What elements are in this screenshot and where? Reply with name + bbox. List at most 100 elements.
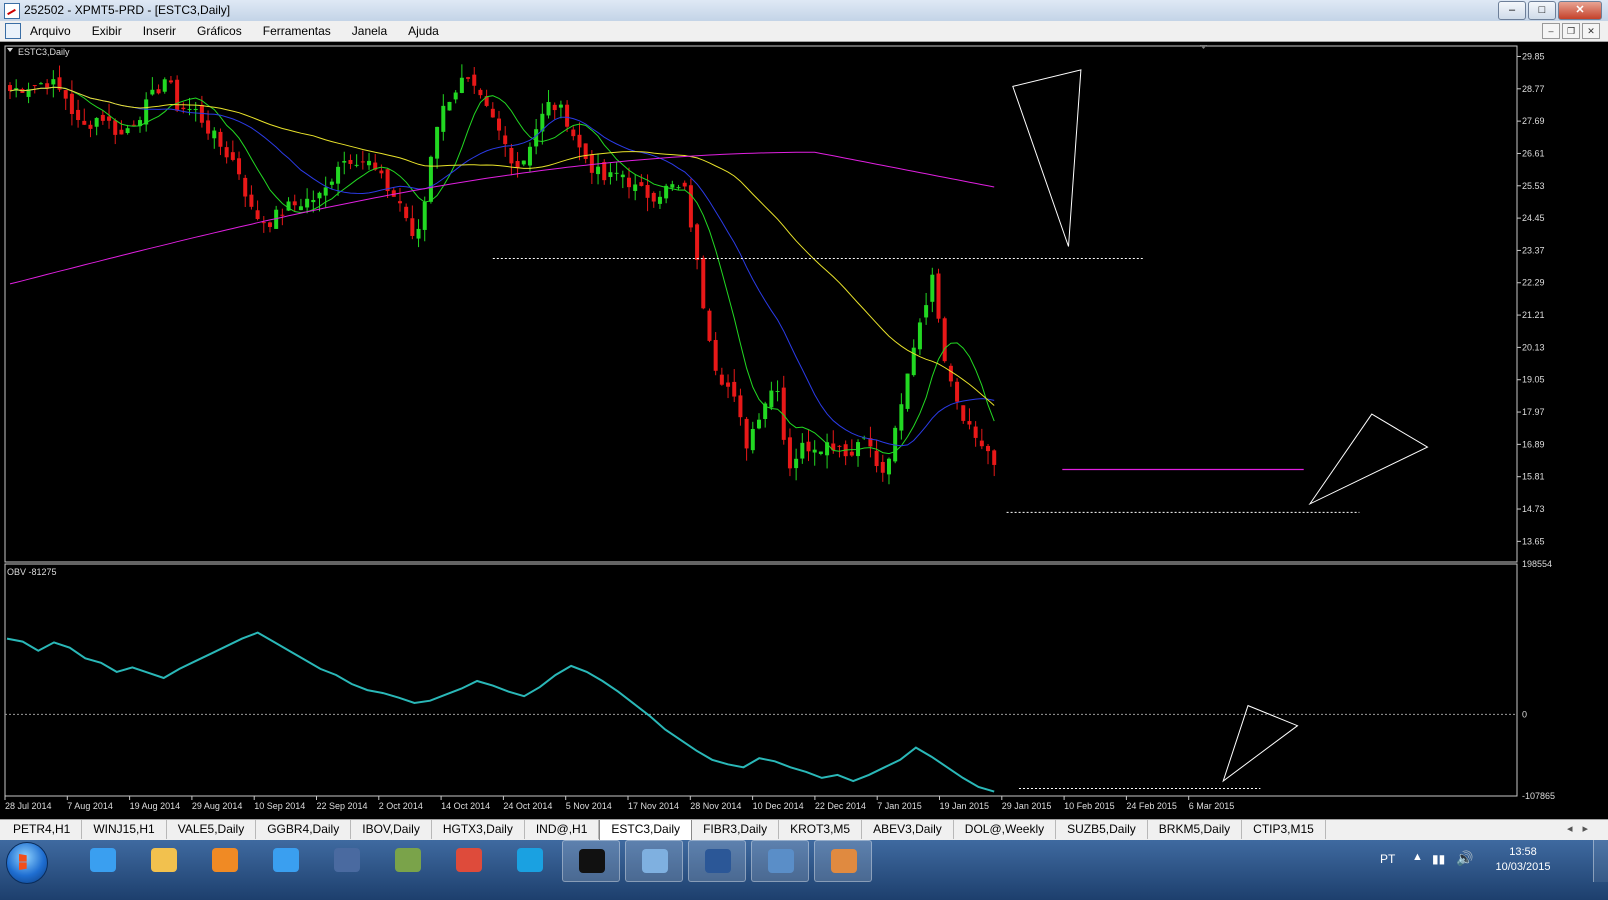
tray-expand-icon[interactable]: ▲ xyxy=(1412,851,1423,863)
price-axis-tick-label: 23.37 xyxy=(1522,245,1545,255)
candle-body xyxy=(175,79,180,111)
taskbar-app-paper-plane[interactable] xyxy=(257,840,313,880)
candle-body xyxy=(280,214,285,216)
tab-suzb5-daily[interactable]: SUZB5,Daily xyxy=(1056,820,1148,839)
taskbar-app-picture[interactable] xyxy=(751,840,809,882)
start-button[interactable] xyxy=(6,842,48,884)
candle-body xyxy=(886,458,891,475)
candle-body xyxy=(614,172,619,174)
tab-hgtx3-daily[interactable]: HGTX3,Daily xyxy=(432,820,525,839)
candle-body xyxy=(812,449,817,453)
candle-body xyxy=(218,131,223,147)
paper-plane-icon xyxy=(273,848,299,872)
price-axis-tick-label: 25.53 xyxy=(1522,181,1545,191)
taskbar-app-internet-explorer[interactable] xyxy=(74,840,130,880)
time-axis-tick-label: 19 Jan 2015 xyxy=(940,801,990,811)
menu-arquivo[interactable]: Arquivo xyxy=(30,24,71,38)
show-desktop-button[interactable] xyxy=(1593,840,1608,882)
candle-body xyxy=(787,437,792,469)
clock[interactable]: 13:58 10/03/2015 xyxy=(1484,845,1562,875)
taskbar-app-skype[interactable] xyxy=(501,840,557,880)
candle-body xyxy=(880,461,885,473)
candle-body xyxy=(571,129,576,137)
child-close-button[interactable]: ✕ xyxy=(1582,23,1600,39)
chart-svg[interactable]: 29.85 28.77 27.69 26.61 25.53 24.45 23.37 22.29… xyxy=(0,42,1608,819)
candle-body xyxy=(237,158,242,175)
tab-abev3-daily[interactable]: ABEV3,Daily xyxy=(862,820,954,839)
candle-body xyxy=(651,192,656,202)
tab-ctip3-m15[interactable]: CTIP3,M15 xyxy=(1242,820,1326,839)
taskbar-app-xp[interactable] xyxy=(562,840,620,882)
menu-ferramentas[interactable]: Ferramentas xyxy=(263,24,331,38)
candle-body xyxy=(521,160,526,165)
candle-body xyxy=(69,93,74,114)
minimize-button[interactable]: – xyxy=(1498,1,1526,20)
candle-body xyxy=(719,374,724,385)
tab-scroll-arrows[interactable]: ◂▸ xyxy=(1567,822,1598,835)
taskbar-app-media-player[interactable] xyxy=(196,840,252,880)
taskbar-app-word[interactable] xyxy=(688,840,746,882)
clock-time: 13:58 xyxy=(1509,846,1537,858)
scroll-marker-icon xyxy=(1200,45,1207,49)
taskbar-app-chrome[interactable] xyxy=(440,840,496,880)
network-icon[interactable]: ▮▮ xyxy=(1432,852,1445,866)
moving-average-9 xyxy=(9,86,995,455)
tab-fibr3-daily[interactable]: FIBR3,Daily xyxy=(692,820,780,839)
candle-body xyxy=(948,365,953,382)
chart-window-icon[interactable] xyxy=(5,23,21,39)
tab-estc3-daily[interactable]: ESTC3,Daily xyxy=(599,820,693,841)
child-restore-button[interactable]: ❐ xyxy=(1562,23,1580,39)
tab-winj15-h1[interactable]: WINJ15,H1 xyxy=(82,820,167,839)
candle-body xyxy=(422,201,427,230)
tab-ibov-daily[interactable]: IBOV,Daily xyxy=(351,820,432,839)
menu-inserir[interactable]: Inserir xyxy=(143,24,176,38)
price-axis-tick-label: 16.89 xyxy=(1522,439,1545,449)
candle-body xyxy=(156,89,161,94)
candle-body xyxy=(38,83,43,85)
candle-body xyxy=(113,120,118,135)
taskbar-app-chart-app[interactable] xyxy=(625,840,683,882)
candle-body xyxy=(181,107,186,110)
menu-ajuda[interactable]: Ajuda xyxy=(408,24,439,38)
taskbar-app-folder[interactable] xyxy=(135,840,191,880)
maximize-button[interactable]: □ xyxy=(1528,1,1556,20)
candle-body xyxy=(435,126,440,159)
tab-vale5-daily[interactable]: VALE5,Daily xyxy=(167,820,257,839)
tab-brkm5-daily[interactable]: BRKM5,Daily xyxy=(1148,820,1243,839)
chart-app-icon xyxy=(642,849,668,873)
tab-ggbr4-daily[interactable]: GGBR4,Daily xyxy=(256,820,352,839)
close-button[interactable]: ✕ xyxy=(1558,1,1602,20)
picture-icon xyxy=(768,849,794,873)
tab-ind-h1[interactable]: IND@,H1 xyxy=(525,820,600,839)
candle-body xyxy=(292,201,297,206)
candle-body xyxy=(354,164,359,166)
candle-body xyxy=(930,274,935,302)
candle-body xyxy=(657,196,662,204)
tab-dol-weekly[interactable]: DOL@,Weekly xyxy=(954,820,1057,839)
taskbar-app-paint[interactable] xyxy=(814,840,872,882)
candle-body xyxy=(466,77,471,79)
candle-body xyxy=(342,161,347,163)
taskbar-app-cashier[interactable] xyxy=(379,840,435,880)
price-axis-tick-label: 15.81 xyxy=(1522,472,1545,482)
candle-body xyxy=(212,130,217,139)
child-minimize-button[interactable]: – xyxy=(1542,23,1560,39)
menu-janela[interactable]: Janela xyxy=(352,24,387,38)
menu-exibir[interactable]: Exibir xyxy=(92,24,122,38)
moving-average-200 xyxy=(9,151,995,285)
candle-body xyxy=(695,224,700,261)
price-axis-tick-label: 13.65 xyxy=(1522,536,1545,546)
price-axis-tick-label: 24.45 xyxy=(1522,213,1545,223)
tab-krot3-m5[interactable]: KROT3,M5 xyxy=(779,820,863,839)
candle-body xyxy=(775,391,780,393)
window-title: 252502 - XPMT5-PRD - [ESTC3,Daily] xyxy=(24,3,231,17)
hp-icon xyxy=(334,848,360,872)
language-indicator[interactable]: PT xyxy=(1380,852,1395,866)
time-axis-tick-label: 10 Feb 2015 xyxy=(1064,801,1115,811)
menu-graficos[interactable]: Gráficos xyxy=(197,24,242,38)
tab-petr4-h1[interactable]: PETR4,H1 xyxy=(2,820,83,839)
time-axis-tick-label: 19 Aug 2014 xyxy=(130,801,181,811)
candle-body xyxy=(243,177,248,197)
volume-icon[interactable]: 🔊 xyxy=(1456,850,1473,867)
taskbar-app-hp[interactable] xyxy=(318,840,374,880)
